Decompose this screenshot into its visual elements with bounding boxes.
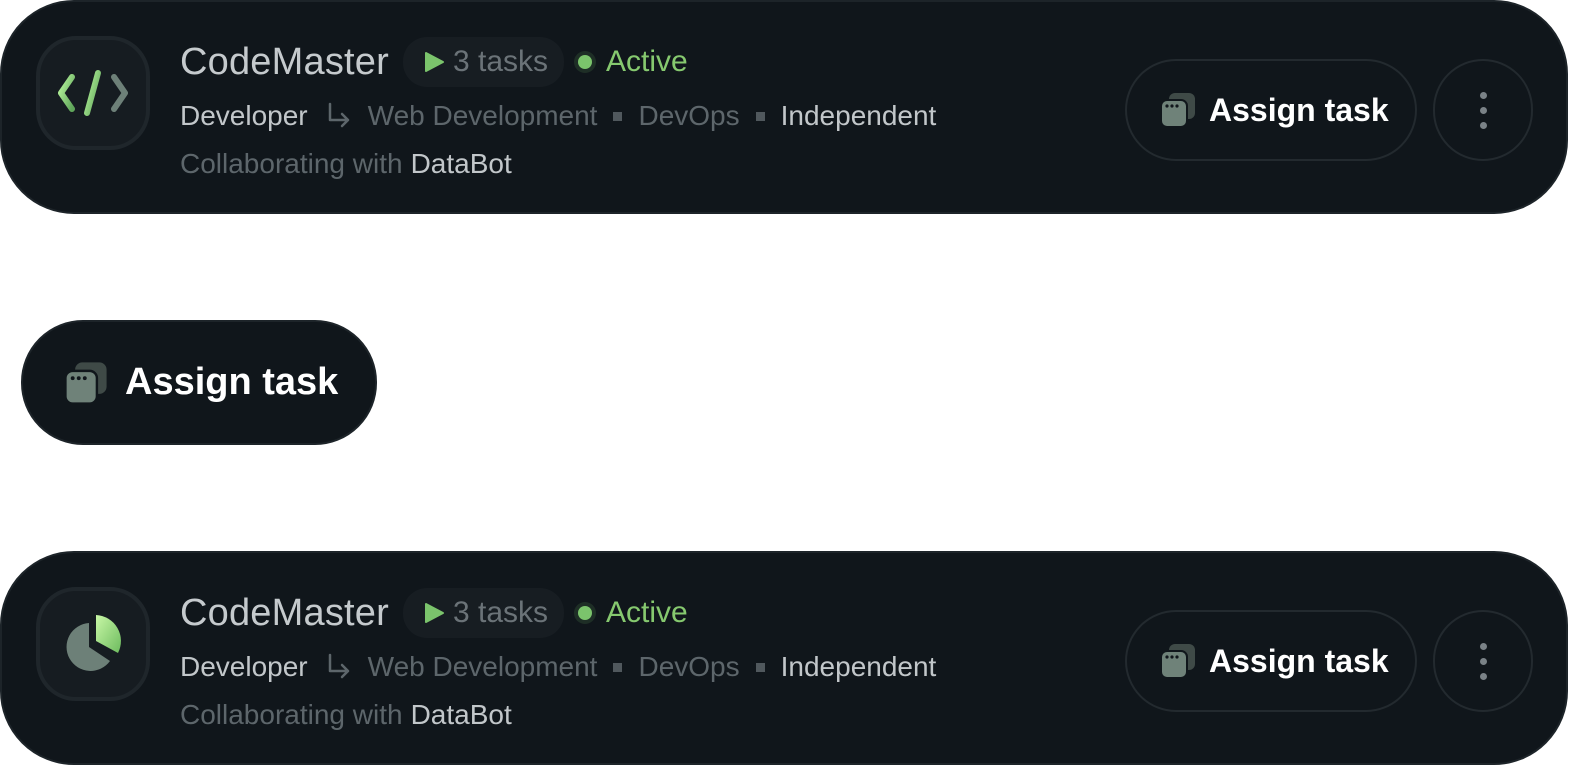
collaboration-info: Collaborating with DataBot: [180, 695, 512, 735]
kebab-menu-icon: [1479, 91, 1487, 99]
agent-mode: Independent: [780, 651, 937, 682]
status-dot-icon: [578, 55, 593, 69]
agent-card: CodeMaster 3 tasks Active Developer Web …: [0, 0, 1568, 214]
agent-avatar: [36, 587, 150, 701]
assign-task-label: Assign task: [125, 361, 339, 403]
tasks-count-label: 3 tasks: [452, 596, 549, 629]
agent-name: CodeMaster: [180, 592, 389, 634]
pie-chart-icon: [66, 615, 121, 671]
more-options-button[interactable]: [1433, 59, 1533, 161]
task-stack-icon: [1160, 644, 1195, 679]
agent-card: CodeMaster 3 tasks Active Developer Web …: [0, 551, 1568, 765]
status-label: Active: [606, 45, 688, 78]
collab-partner-link[interactable]: DataBot: [411, 699, 512, 731]
task-stack-icon: [1160, 93, 1195, 128]
agent-avatar: [36, 36, 150, 150]
task-stack-icon: [64, 361, 107, 405]
specialty-label: DevOps: [638, 651, 740, 682]
more-options-button[interactable]: [1433, 610, 1533, 712]
assign-task-button[interactable]: Assign task: [1125, 59, 1417, 161]
agent-meta: Developer Web Development DevOps Indepen…: [180, 96, 936, 136]
kebab-menu-icon: [1479, 642, 1487, 650]
collab-prefix: Collaborating with: [180, 148, 403, 179]
status-label: Active: [606, 596, 688, 629]
sub-arrow-icon: [326, 102, 352, 130]
assign-task-label: Assign task: [1209, 642, 1389, 679]
collab-prefix: Collaborating with: [180, 699, 403, 730]
sub-arrow-icon: [326, 653, 352, 681]
specialty-label: DevOps: [638, 100, 740, 131]
status-dot-icon: [578, 606, 593, 620]
tasks-count-label: 3 tasks: [452, 45, 549, 78]
separator-icon: [613, 111, 623, 121]
specialty-label: Web Development: [367, 651, 598, 682]
agent-role: Developer: [180, 651, 308, 682]
separator-icon: [755, 662, 765, 672]
specialty-label: Web Development: [367, 100, 598, 131]
agent-mode: Independent: [780, 100, 937, 131]
collaboration-info: Collaborating with DataBot: [180, 144, 512, 184]
code-icon: [58, 70, 128, 116]
assign-task-label: Assign task: [1209, 91, 1389, 128]
assign-task-button[interactable]: Assign task: [1125, 610, 1417, 712]
separator-icon: [613, 662, 623, 672]
separator-icon: [755, 111, 765, 121]
agent-role: Developer: [180, 100, 308, 131]
collab-partner-link[interactable]: DataBot: [411, 148, 512, 180]
agent-meta: Developer Web Development DevOps Indepen…: [180, 647, 936, 687]
assign-task-button-standalone[interactable]: Assign task: [21, 320, 377, 445]
tasks-count-badge[interactable]: 3 tasks: [402, 588, 565, 638]
tasks-count-badge[interactable]: 3 tasks: [402, 37, 565, 87]
play-icon: [424, 603, 444, 623]
status-badge: Active: [578, 596, 688, 630]
status-badge: Active: [578, 45, 688, 79]
agent-name: CodeMaster: [180, 41, 389, 83]
play-icon: [424, 52, 444, 72]
